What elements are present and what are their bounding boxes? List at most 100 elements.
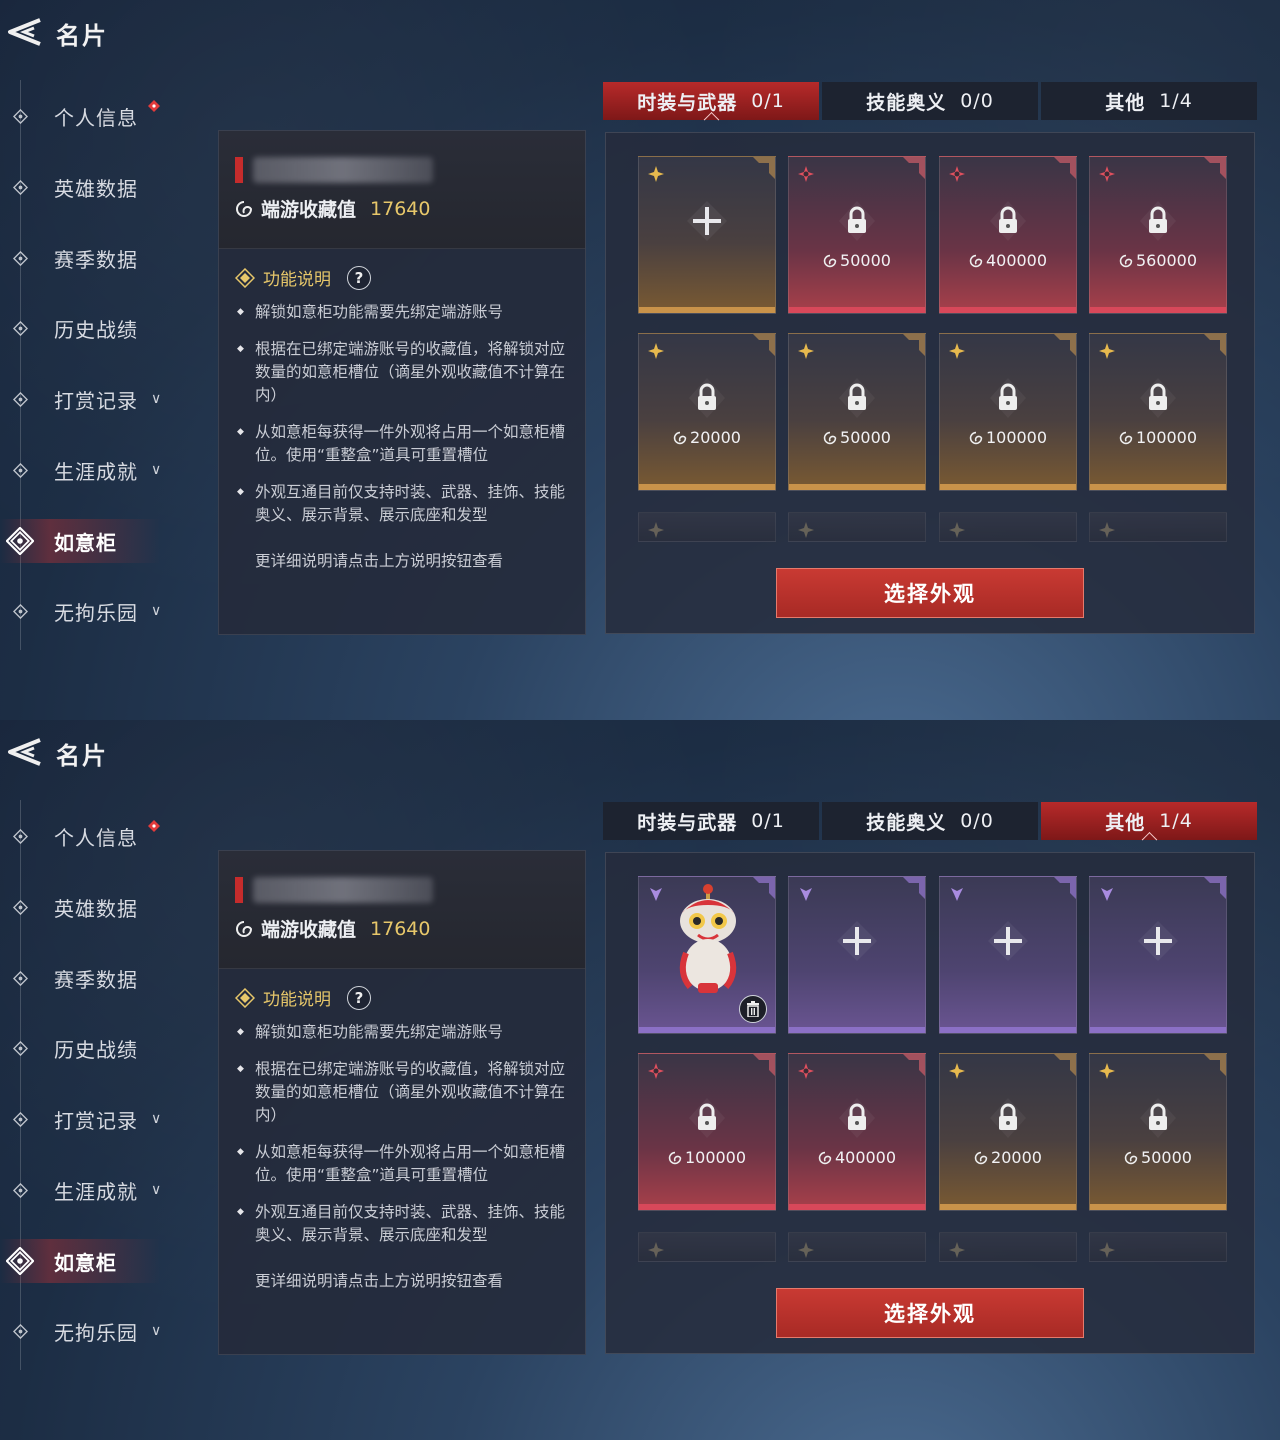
corner-ornament-icon bbox=[1054, 1054, 1076, 1076]
select-appearance-button[interactable]: 选择外观 bbox=[776, 1288, 1084, 1338]
tab-outfits-weapons[interactable]: 时装与武器 0/1 bbox=[603, 802, 819, 840]
gold-diamond-icon bbox=[235, 267, 255, 288]
sidebar-item-tip-records[interactable]: 打赏记录 ∨ bbox=[0, 377, 200, 421]
cabinet-slot-locked[interactable]: 100000 bbox=[939, 333, 1077, 491]
sidebar-item-season-data[interactable]: 赛季数据 bbox=[0, 956, 200, 1000]
question-icon[interactable]: ? bbox=[347, 985, 371, 1010]
screen-2: 名片 个人信息 英雄数据 赛季数据 历史战绩 打赏记录 ∨ 生涯成就 ∨ 如意柜… bbox=[0, 720, 1280, 1440]
diamond-icon bbox=[13, 250, 28, 266]
unlock-price: 560000 bbox=[1090, 251, 1226, 270]
rarity-bar bbox=[1090, 1204, 1226, 1210]
tab-skill-ultimates[interactable]: 技能奥义 0/0 bbox=[822, 802, 1038, 840]
tab-others[interactable]: 其他 1/4 bbox=[1041, 82, 1257, 120]
cabinet-slot-locked[interactable]: 400000 bbox=[788, 1053, 926, 1211]
diamond-icon bbox=[13, 1182, 28, 1198]
sidebar-item-personal-info[interactable]: 个人信息 bbox=[0, 94, 200, 138]
cabinet-slot-locked[interactable]: 20000 bbox=[638, 333, 776, 491]
swirl-icon bbox=[823, 254, 837, 268]
sidebar-item-hero-data[interactable]: 英雄数据 bbox=[0, 885, 200, 929]
tab-label: 其他 bbox=[1105, 811, 1146, 834]
gold-star-icon bbox=[949, 1242, 965, 1258]
cabinet-slot-locked[interactable]: 50000 bbox=[788, 333, 926, 491]
chevron-down-icon: ∨ bbox=[151, 462, 162, 478]
sidebar-item-match-history[interactable]: 历史战绩 bbox=[0, 306, 200, 350]
diamond-icon bbox=[13, 108, 28, 124]
trash-icon[interactable] bbox=[739, 995, 767, 1023]
purple-star-icon bbox=[951, 888, 963, 901]
sidebar-item-tip-records[interactable]: 打赏记录 ∨ bbox=[0, 1097, 200, 1141]
sidebar: 个人信息 英雄数据 赛季数据 历史战绩 打赏记录 ∨ 生涯成就 ∨ 如意柜 无拘… bbox=[0, 80, 200, 660]
cabinet-slot-partial bbox=[788, 512, 926, 542]
blurred-player-name bbox=[253, 157, 433, 183]
sidebar-item-label: 历史战绩 bbox=[54, 1037, 138, 1062]
diamond-icon bbox=[13, 828, 28, 844]
cabinet-slot-locked[interactable]: 400000 bbox=[939, 156, 1077, 314]
screen-1: 名片 个人信息 英雄数据 赛季数据 历史战绩 打赏记录 ∨ 生涯成就 ∨ 如意柜… bbox=[0, 0, 1280, 720]
back-arrow-icon[interactable] bbox=[4, 734, 44, 770]
swirl-icon bbox=[969, 431, 983, 445]
cabinet-slot-locked[interactable]: 560000 bbox=[1089, 156, 1227, 314]
sidebar-item-season-data[interactable]: 赛季数据 bbox=[0, 236, 200, 280]
description-item: 解锁如意柜功能需要先绑定端游账号 bbox=[237, 1021, 567, 1044]
description-item: 外观互通目前仅支持时装、武器、挂饰、技能奥义、展示背景、展示底座和发型 bbox=[237, 1201, 567, 1247]
rarity-bar bbox=[1090, 307, 1226, 313]
sidebar-item-hero-data[interactable]: 英雄数据 bbox=[0, 165, 200, 209]
sidebar-item-ruyi-cabinet[interactable]: 如意柜 bbox=[0, 1239, 200, 1283]
cabinet-slot-locked[interactable]: 100000 bbox=[638, 1053, 776, 1211]
cabinet-slot-locked[interactable]: 50000 bbox=[788, 156, 926, 314]
rarity-bar bbox=[789, 1204, 925, 1210]
corner-ornament-icon bbox=[903, 1054, 925, 1076]
chevron-down-icon: ∨ bbox=[151, 1182, 162, 1198]
rarity-bar bbox=[789, 1027, 925, 1033]
gold-diamond-icon bbox=[235, 987, 255, 1008]
chevron-down-icon: ∨ bbox=[151, 1111, 162, 1127]
tab-count: 0/0 bbox=[960, 90, 994, 112]
cabinet-slot-empty[interactable] bbox=[788, 876, 926, 1034]
unlock-price: 400000 bbox=[940, 251, 1076, 270]
gold-star-icon bbox=[648, 522, 664, 538]
rarity-bar bbox=[1090, 1027, 1226, 1033]
question-icon[interactable]: ? bbox=[347, 265, 371, 290]
cabinet-slot-empty[interactable] bbox=[638, 156, 776, 314]
info-header: 端游收藏值 17640 bbox=[219, 131, 585, 249]
cabinet-slot-filled[interactable] bbox=[638, 876, 776, 1034]
swirl-icon bbox=[974, 1151, 988, 1165]
lock-icon bbox=[990, 1098, 1026, 1138]
sidebar-item-ruyi-cabinet[interactable]: 如意柜 bbox=[0, 519, 200, 563]
sidebar-item-free-paradise[interactable]: 无拘乐园 ∨ bbox=[0, 1309, 200, 1353]
cabinet-slot-locked[interactable]: 20000 bbox=[939, 1053, 1077, 1211]
tab-label: 技能奥义 bbox=[866, 91, 947, 114]
description-item: 外观互通目前仅支持时装、武器、挂饰、技能奥义、展示背景、展示底座和发型 bbox=[237, 481, 567, 527]
corner-ornament-icon bbox=[753, 157, 775, 179]
sidebar-item-personal-info[interactable]: 个人信息 bbox=[0, 814, 200, 858]
cabinet-slot-partial bbox=[1089, 512, 1227, 542]
swirl-icon bbox=[236, 200, 253, 217]
trash-glyph bbox=[747, 1001, 759, 1017]
cabinet-slot-partial bbox=[939, 512, 1077, 542]
unlock-price: 100000 bbox=[940, 428, 1076, 447]
sidebar-item-label: 赛季数据 bbox=[54, 247, 138, 272]
tab-skill-ultimates[interactable]: 技能奥义 0/0 bbox=[822, 82, 1038, 120]
cabinet-slot-locked[interactable]: 100000 bbox=[1089, 333, 1227, 491]
sidebar-item-match-history[interactable]: 历史战绩 bbox=[0, 1026, 200, 1070]
swirl-icon bbox=[1124, 1151, 1138, 1165]
swirl-icon bbox=[668, 1151, 682, 1165]
sidebar-item-free-paradise[interactable]: 无拘乐园 ∨ bbox=[0, 589, 200, 633]
sidebar-item-career-achievements[interactable]: 生涯成就 ∨ bbox=[0, 1168, 200, 1212]
select-appearance-button[interactable]: 选择外观 bbox=[776, 568, 1084, 618]
category-tabs: 时装与武器 0/1 技能奥义 0/0 其他 1/4 bbox=[603, 802, 1257, 840]
tab-others[interactable]: 其他 1/4 bbox=[1041, 802, 1257, 840]
diamond-icon bbox=[13, 320, 28, 336]
cabinet-slot-empty[interactable] bbox=[1089, 876, 1227, 1034]
back-arrow-icon[interactable] bbox=[4, 14, 44, 50]
tab-outfits-weapons[interactable]: 时装与武器 0/1 bbox=[603, 82, 819, 120]
tab-label: 时装与武器 bbox=[637, 811, 738, 834]
gold-star-icon bbox=[648, 343, 664, 359]
diamond-icon bbox=[13, 1111, 28, 1127]
sidebar-item-label: 英雄数据 bbox=[54, 176, 138, 201]
tab-label: 技能奥义 bbox=[866, 811, 947, 834]
sidebar-item-label: 如意柜 bbox=[54, 1250, 117, 1275]
sidebar-item-career-achievements[interactable]: 生涯成就 ∨ bbox=[0, 448, 200, 492]
cabinet-slot-locked[interactable]: 50000 bbox=[1089, 1053, 1227, 1211]
cabinet-slot-empty[interactable] bbox=[939, 876, 1077, 1034]
